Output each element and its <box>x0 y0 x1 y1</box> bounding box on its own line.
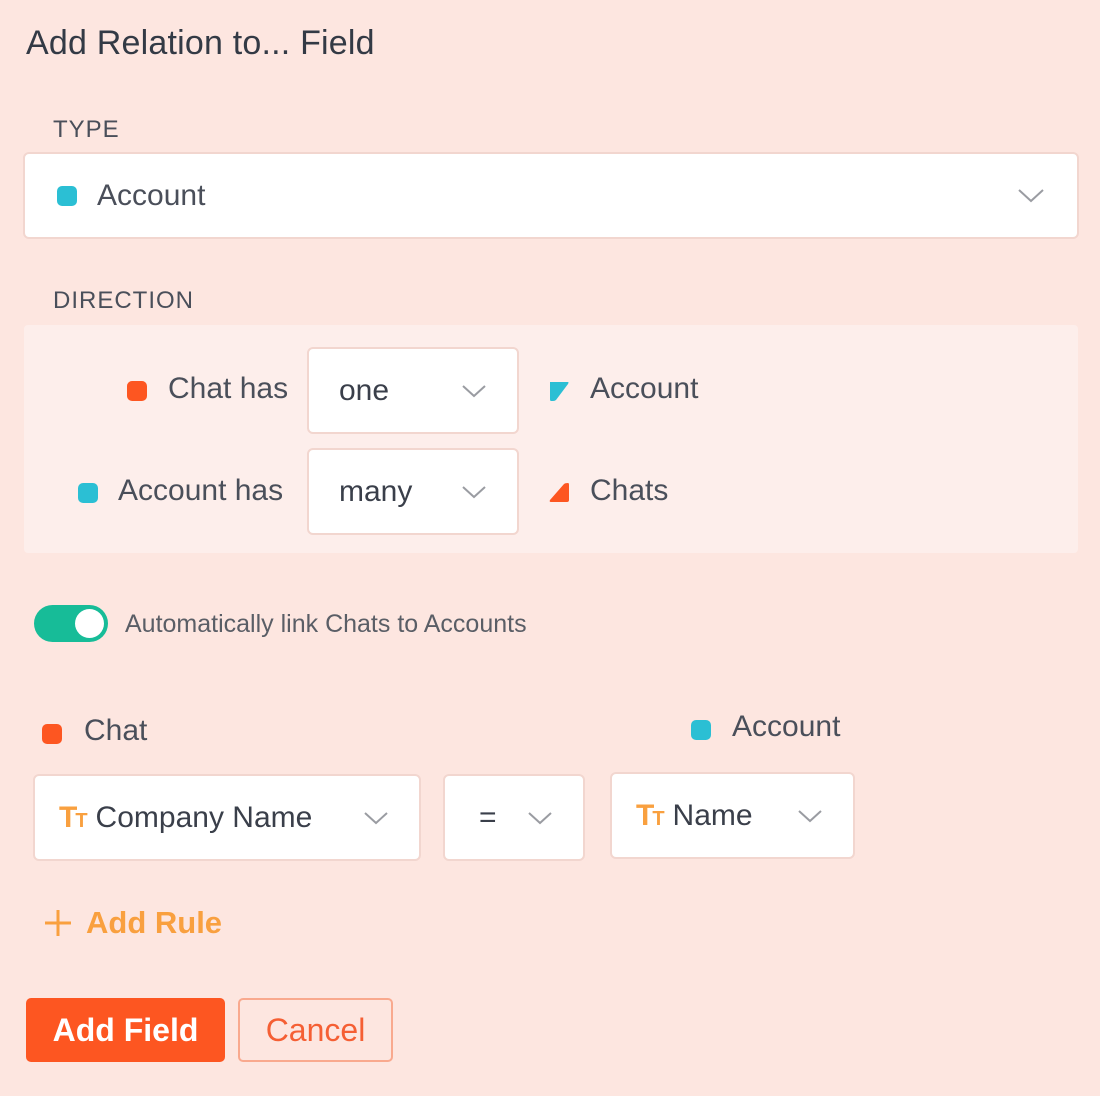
chevron-down-icon <box>461 485 487 499</box>
cardinality-value-2: many <box>339 474 413 508</box>
cardinality-select-2[interactable]: many <box>307 448 519 535</box>
account-color-icon <box>691 720 711 740</box>
chevron-down-icon <box>1017 188 1045 204</box>
direction-panel <box>24 325 1078 553</box>
text-type-icon: TT <box>636 798 665 832</box>
plus-icon <box>44 909 72 937</box>
account-relation-icon <box>548 380 570 402</box>
rule-left-field-value: Company Name <box>95 800 313 834</box>
direction-row-2-subject: Account has <box>118 474 284 507</box>
cancel-button[interactable]: Cancel <box>238 998 393 1062</box>
add-rule-label: Add Rule <box>86 905 223 940</box>
cardinality-value-1: one <box>339 373 390 407</box>
cardinality-select-1[interactable]: one <box>307 347 519 434</box>
direction-row-2-target: Chats <box>590 474 669 507</box>
toggle-knob <box>75 609 104 638</box>
direction-label: DIRECTION <box>53 287 194 314</box>
rule-left-entity: Chat <box>84 714 148 747</box>
auto-link-toggle[interactable] <box>34 605 108 642</box>
text-type-icon: TT <box>59 800 88 834</box>
type-label: TYPE <box>53 116 120 143</box>
add-rule-button[interactable]: Add Rule <box>44 905 222 941</box>
direction-row-1-target: Account <box>590 372 699 405</box>
rule-right-entity: Account <box>732 710 841 743</box>
rule-left-field-select[interactable]: TT Company Name <box>33 774 421 861</box>
add-field-button[interactable]: Add Field <box>26 998 225 1062</box>
type-select-value: Account <box>97 178 206 212</box>
rule-right-field-value: Name <box>672 798 753 832</box>
rule-operator-value: = <box>479 800 497 834</box>
chat-color-icon <box>42 724 62 744</box>
account-color-icon <box>78 483 98 503</box>
rule-operator-select[interactable]: = <box>443 774 585 861</box>
dialog-title: Add Relation to... Field <box>26 24 375 62</box>
chevron-down-icon <box>527 811 553 825</box>
chevron-down-icon <box>797 809 823 823</box>
chats-relation-icon <box>548 481 570 503</box>
chat-color-icon <box>127 381 147 401</box>
chevron-down-icon <box>363 811 389 825</box>
auto-link-label: Automatically link Chats to Accounts <box>125 610 527 638</box>
chevron-down-icon <box>461 384 487 398</box>
type-select[interactable]: Account <box>23 152 1079 239</box>
account-color-icon <box>57 185 77 206</box>
rule-right-field-select[interactable]: TT Name <box>610 772 855 859</box>
direction-row-1-subject: Chat has <box>168 372 289 405</box>
